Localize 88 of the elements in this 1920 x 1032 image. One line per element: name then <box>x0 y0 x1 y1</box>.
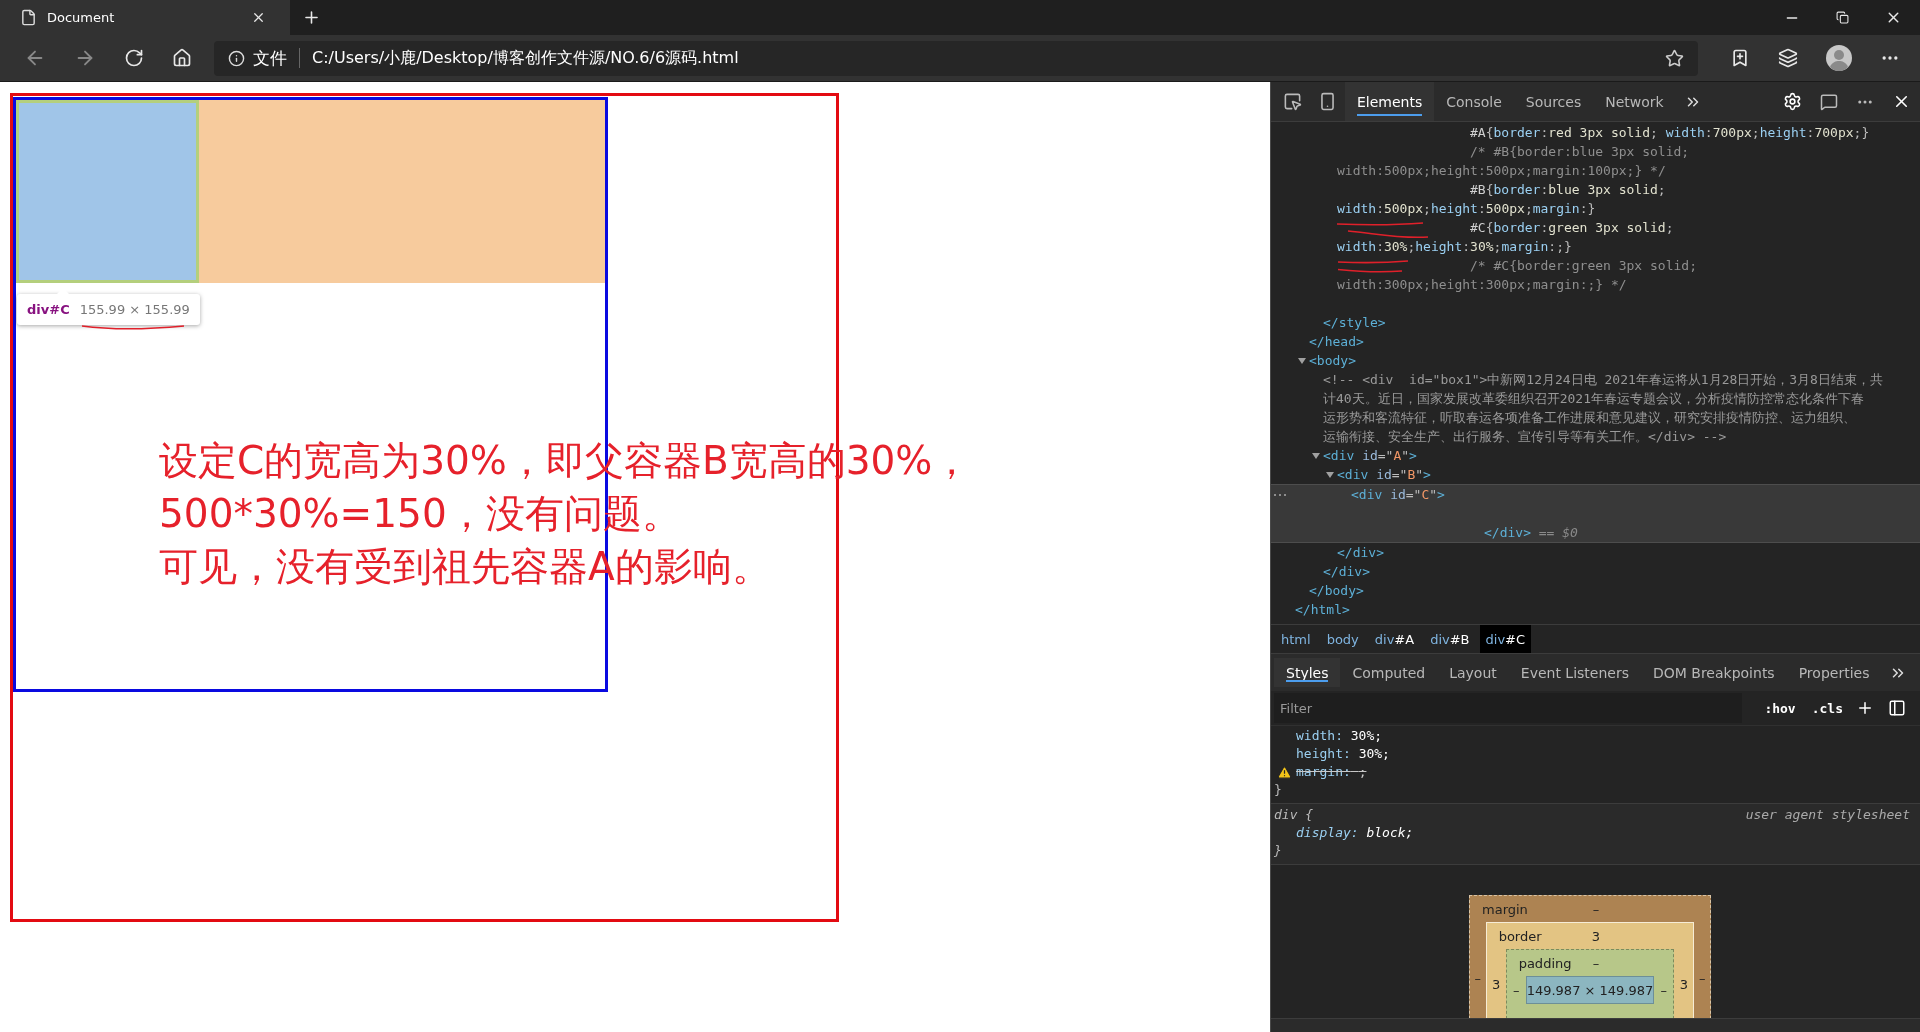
code-line: <div id="A"> <box>1323 447 1417 465</box>
tooltip-element: div#C <box>27 302 70 317</box>
rule-selector: div { <box>1274 806 1314 824</box>
box-value: 3 <box>1491 976 1502 992</box>
code-line: width:500px;height:500px;margin:} <box>1337 200 1596 218</box>
code-line: </head> <box>1309 333 1364 351</box>
refresh-icon[interactable] <box>124 48 144 68</box>
new-rule-icon[interactable] <box>1856 699 1874 717</box>
horizontal-scrollbar[interactable] <box>1271 1018 1920 1032</box>
code-line: #B{border:blue 3px solid; <box>1470 181 1666 199</box>
expand-toggle-icon[interactable] <box>1325 469 1335 480</box>
devtools-tab[interactable]: Sources <box>1513 82 1594 121</box>
box-value: – <box>1592 901 1600 917</box>
content-box: 149.987 × 149.987 <box>1525 976 1655 1004</box>
devtools-tab[interactable]: Elements <box>1345 82 1435 121</box>
close-tab-icon[interactable] <box>251 10 266 25</box>
code-comment: 运形势和客流特征，听取春运各项准备工作进展和意见建议，研究安排疫情防控、运力组织、 <box>1323 409 1856 427</box>
profile-avatar-icon[interactable] <box>1826 45 1852 71</box>
box-value: 3 <box>1678 976 1689 992</box>
favorites-icon[interactable] <box>1730 48 1750 68</box>
rule-brace: } <box>1274 842 1283 860</box>
box-value: – <box>1659 982 1669 998</box>
box-label: border <box>1498 928 1542 944</box>
tooltip-size: 155.99 × 155.99 <box>79 302 190 317</box>
rule-origin: user agent stylesheet <box>1745 806 1910 824</box>
breadcrumb[interactable]: div#C <box>1479 625 1532 653</box>
box-value: – <box>1697 970 1707 986</box>
css-declaration[interactable]: display: block; <box>1296 824 1414 842</box>
info-icon[interactable] <box>228 49 245 67</box>
code-line: width:300px;height:300px;margin:;} */ <box>1337 276 1627 294</box>
devtools-tab[interactable]: Console <box>1434 82 1514 121</box>
document-icon <box>20 9 37 26</box>
box-value: – <box>1511 982 1521 998</box>
expand-toggle-icon[interactable] <box>1297 355 1307 366</box>
code-line: </body> <box>1309 582 1364 600</box>
expand-toggle-icon[interactable] <box>1311 450 1321 461</box>
code-line: </html> <box>1295 601 1350 619</box>
url-text: C:/Users/小鹿/Desktop/博客创作文件源/NO.6/6源码.html <box>312 47 740 69</box>
code-comment: 运输衔接、安全生产、出行服务、宣传引导等有关工作。</div> --> <box>1323 428 1727 446</box>
styles-tab[interactable]: Event Listeners <box>1508 658 1641 687</box>
breadcrumb[interactable]: div#A <box>1368 625 1421 653</box>
code-line: /* #C{border:green 3px solid; <box>1470 257 1697 275</box>
css-declaration[interactable]: margin: ; <box>1296 763 1367 781</box>
selected-node-highlight[interactable]: <div id="C"> </div> == $0 <box>1271 484 1920 543</box>
box-value: 3 <box>1591 928 1601 944</box>
code-line: #A{border:red 3px solid; width:700px;height:700px;} <box>1470 124 1870 142</box>
styles-tab[interactable]: Computed <box>1340 658 1438 687</box>
breadcrumb[interactable]: html <box>1275 625 1317 653</box>
code-line: width:30%;height:30%;margin:;} <box>1337 238 1572 256</box>
scheme-label: 文件 <box>253 46 287 70</box>
code-line: <div id="B"> <box>1337 466 1431 484</box>
code-line: /* #B{border:blue 3px solid; <box>1470 143 1690 161</box>
code-line: </style> <box>1323 314 1386 332</box>
code-line: </div> == $0 <box>1484 524 1578 542</box>
address-bar[interactable]: 文件 C:/Users/小鹿/Desktop/博客创作文件源/NO.6/6源码.html <box>214 40 1698 76</box>
breadcrumb[interactable]: div#B <box>1424 625 1476 653</box>
style-toggle-button[interactable]: :hov <box>1761 700 1799 716</box>
browser-tab[interactable]: Document <box>0 0 290 35</box>
styles-tab[interactable]: Styles <box>1274 658 1341 687</box>
tab-title: Document <box>47 10 116 25</box>
box-value: – <box>1473 970 1483 986</box>
star-icon[interactable] <box>1665 48 1684 68</box>
styles-tab[interactable]: DOM Breakpoints <box>1641 658 1787 687</box>
code-line: <div id="C"> <box>1351 486 1445 504</box>
filter-field[interactable]: Filter <box>1274 693 1742 723</box>
styles-tab[interactable]: Properties <box>1786 658 1882 687</box>
box-label: margin <box>1482 901 1528 917</box>
code-comment: <!-- <div id="box1">中新网12月24日电 2021年春运将从1月28日开始，3月8日结束，共 <box>1323 371 1883 389</box>
code-line: <body> <box>1309 352 1356 370</box>
sidebar-toggle-icon[interactable] <box>1888 699 1906 717</box>
breadcrumb[interactable]: body <box>1320 625 1365 653</box>
rule-brace: } <box>1274 781 1283 799</box>
css-declaration[interactable]: width: 30%; <box>1296 727 1383 745</box>
code-line: </div> <box>1323 563 1370 581</box>
code-line: #C{border:green 3px solid; <box>1470 219 1674 237</box>
css-declaration[interactable]: height: 30%; <box>1296 745 1390 763</box>
collections-icon[interactable] <box>1778 48 1798 68</box>
style-toggle-button[interactable]: .cls <box>1808 700 1846 716</box>
underline-mark <box>1336 268 1404 274</box>
home-icon[interactable] <box>172 48 192 68</box>
code-line: </div> <box>1337 544 1384 562</box>
devtools-tab[interactable]: Network <box>1593 82 1676 121</box>
box-value: – <box>1592 955 1600 971</box>
code-comment: 计40天。近日，国家发展改革委组织召开2021年春运专题会议，分析疫情防控常态化条件下春 <box>1323 390 1864 408</box>
code-line: width:500px;height:500px;margin:100px;} */ <box>1337 162 1666 180</box>
styles-tab[interactable]: Layout <box>1437 658 1509 687</box>
ellipsis-icon[interactable] <box>1273 493 1287 497</box>
box-label: padding <box>1518 955 1572 971</box>
